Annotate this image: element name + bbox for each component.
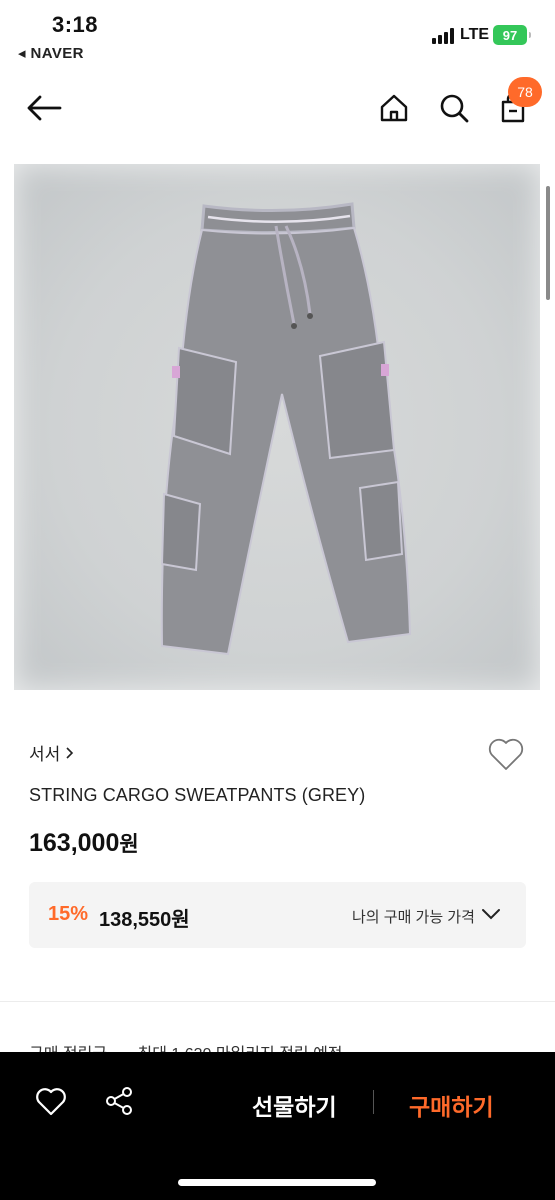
sweatpants-illustration [160,202,412,656]
bottom-separator [373,1090,374,1114]
discount-price-box[interactable]: 15% 138,550원 나의 구매 가능 가격 [29,882,526,948]
wishlist-heart-icon[interactable] [32,1082,70,1120]
back-arrow-icon[interactable] [24,88,64,128]
top-nav [0,78,555,142]
bottom-action-bar: 선물하기 구매하기 [0,1052,555,1200]
product-name: STRING CARGO SWEATPANTS (GREY) [29,785,366,805]
battery-level: 97 [502,27,518,43]
gift-button[interactable]: 선물하기 [252,1088,337,1122]
product-price: 163,000원 [29,829,139,857]
brand-link[interactable]: 서서 [29,740,74,765]
discount-rate: 15% [48,903,89,925]
battery-icon: 97 [493,25,531,45]
chevron-right-icon [66,746,74,759]
image-scrollbar[interactable] [546,186,550,300]
discount-price: 138,550원 [99,909,190,931]
cart-count-badge: 78 [508,77,542,107]
home-indicator [178,1179,376,1186]
heart-icon[interactable] [486,736,526,772]
product-image[interactable] [14,164,540,690]
section-divider [0,1001,555,1002]
chevron-down-icon [482,909,500,920]
brand-name: 서서 [29,745,61,764]
buy-button[interactable]: 구매하기 [409,1088,494,1122]
discount-label: 나의 구매 가능 가격 [352,909,475,926]
signal-icon [432,28,456,44]
search-icon[interactable] [434,88,474,128]
back-to-app-link[interactable]: ◂ NAVER [18,44,84,62]
status-time: 3:18 [52,12,99,37]
network-label: LTE [460,26,490,43]
status-bar: 3:18 ◂ NAVER LTE 97 [0,0,555,70]
home-icon[interactable] [374,88,414,128]
share-icon[interactable] [100,1082,138,1120]
